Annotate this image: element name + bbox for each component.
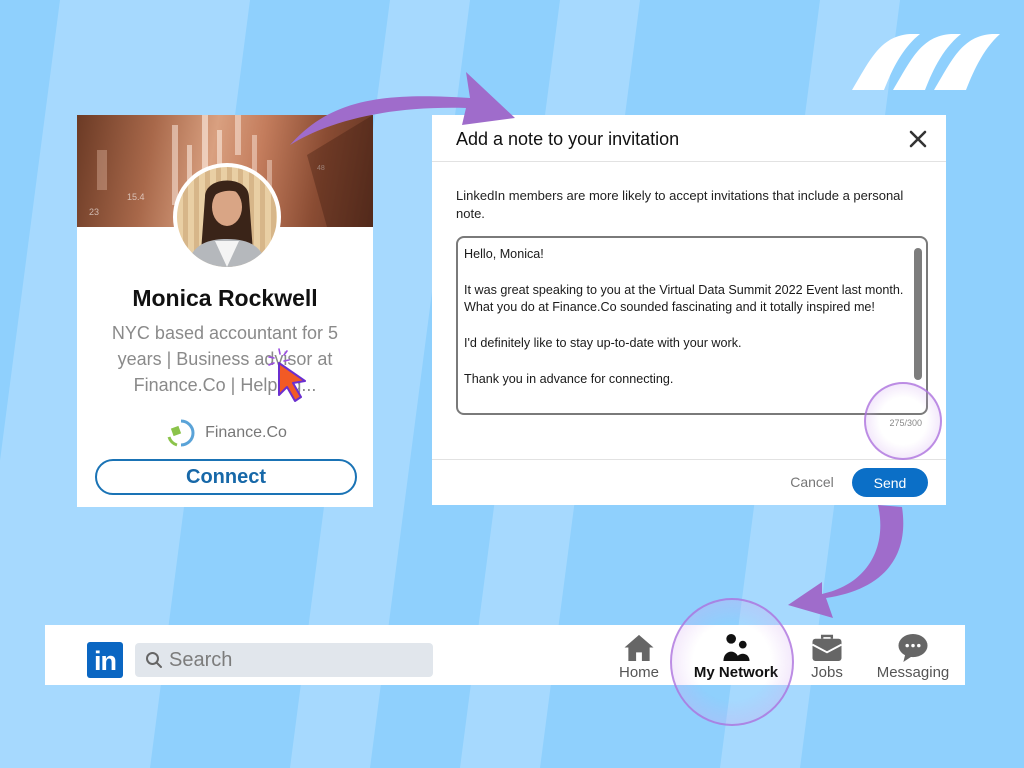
brand-logo-icon — [852, 34, 1000, 90]
search-icon — [146, 652, 162, 668]
nav-label-messaging: Messaging — [876, 664, 950, 681]
cursor-click-icon — [268, 348, 306, 402]
profile-name: Monica Rockwell — [132, 285, 318, 311]
company-logo-icon — [167, 419, 195, 447]
nav-item-messaging[interactable]: Messaging — [873, 633, 953, 681]
briefcase-icon — [812, 634, 842, 662]
character-count: 275/300 — [889, 418, 922, 428]
nav-item-home[interactable]: Home — [617, 633, 661, 681]
profile-card: 23 15.4 48 Monica Rockwell NYC based acc… — [77, 115, 373, 507]
close-icon[interactable] — [906, 127, 930, 151]
profile-headline: NYC based accountant for 5 years | Busin… — [111, 323, 339, 395]
nav-label-jobs: Jobs — [811, 664, 843, 681]
profile-avatar[interactable] — [173, 163, 281, 271]
person-photo — [187, 180, 267, 267]
network-icon — [723, 633, 750, 662]
invitation-note-modal: Add a note to your invitation LinkedIn m… — [432, 115, 946, 505]
nav-item-my-network[interactable]: My Network — [690, 633, 782, 681]
modal-divider — [432, 161, 946, 162]
home-icon — [624, 634, 654, 662]
search-bar[interactable] — [135, 643, 433, 677]
nav-label-home: Home — [618, 664, 659, 681]
modal-title: Add a note to your invitation — [456, 129, 680, 149]
nav-item-jobs[interactable]: Jobs — [805, 633, 849, 681]
linkedin-navbar: in Home My Network Jobs — [45, 625, 965, 685]
connect-button[interactable]: Connect — [95, 459, 357, 495]
send-button[interactable]: Send — [852, 468, 928, 497]
note-textarea[interactable]: Hello, Monica! It was great speaking to … — [456, 236, 928, 415]
modal-footer-divider — [432, 459, 946, 460]
nav-label-my-network: My Network — [693, 664, 779, 681]
linkedin-logo[interactable]: in — [87, 642, 123, 678]
search-input[interactable] — [169, 645, 419, 675]
svg-text:23: 23 — [89, 207, 99, 217]
company-name: Finance.Co — [205, 424, 287, 441]
company-row: Finance.Co — [77, 417, 373, 449]
modal-description: LinkedIn members are more likely to acce… — [456, 188, 904, 221]
chat-icon — [898, 633, 928, 662]
svg-text:15.4: 15.4 — [127, 192, 145, 202]
note-scrollbar[interactable] — [914, 248, 922, 380]
cancel-button[interactable]: Cancel — [784, 471, 840, 493]
